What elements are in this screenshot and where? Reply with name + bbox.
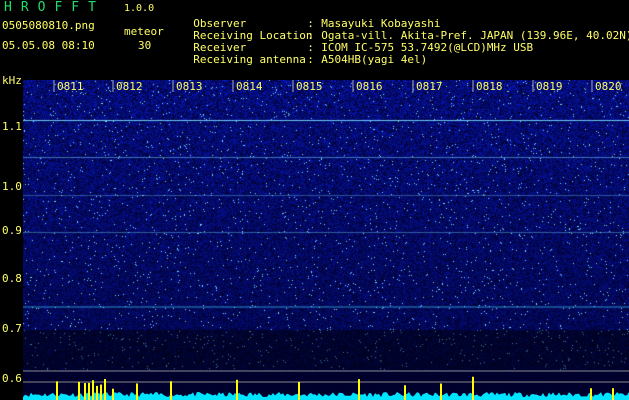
time-label: 0815 — [296, 80, 323, 93]
time-axis-overlay: 0811 0812 0813 0814 0815 0816 0817 0818 0819 0820 — [23, 80, 629, 400]
activity-peak — [104, 378, 106, 400]
time-label: 0812 — [116, 80, 143, 93]
activity-peak — [170, 381, 172, 400]
activity-peak — [298, 381, 300, 400]
activity-peak — [100, 384, 102, 400]
activity-peak — [88, 382, 90, 400]
time-label: 0811 — [57, 80, 84, 93]
time-label: 0814 — [236, 80, 263, 93]
time-label: 0816 — [356, 80, 383, 93]
activity-peak — [590, 388, 592, 400]
activity-peak — [56, 381, 58, 400]
activity-peak — [84, 383, 86, 400]
activity-peak — [112, 388, 114, 400]
activity-peak — [236, 379, 238, 400]
time-label: 0820 — [595, 80, 622, 93]
activity-peak — [358, 379, 360, 400]
activity-peak — [92, 380, 94, 400]
activity-peak — [136, 383, 138, 400]
time-label: 0818 — [476, 80, 503, 93]
activity-peak — [472, 376, 474, 400]
time-label: 0813 — [176, 80, 203, 93]
activity-peak — [612, 388, 614, 400]
activity-peak — [78, 381, 80, 400]
time-label: 0819 — [536, 80, 563, 93]
activity-peak — [404, 385, 406, 400]
time-label: 0817 — [416, 80, 443, 93]
activity-peak — [440, 383, 442, 400]
activity-peak — [96, 385, 98, 400]
